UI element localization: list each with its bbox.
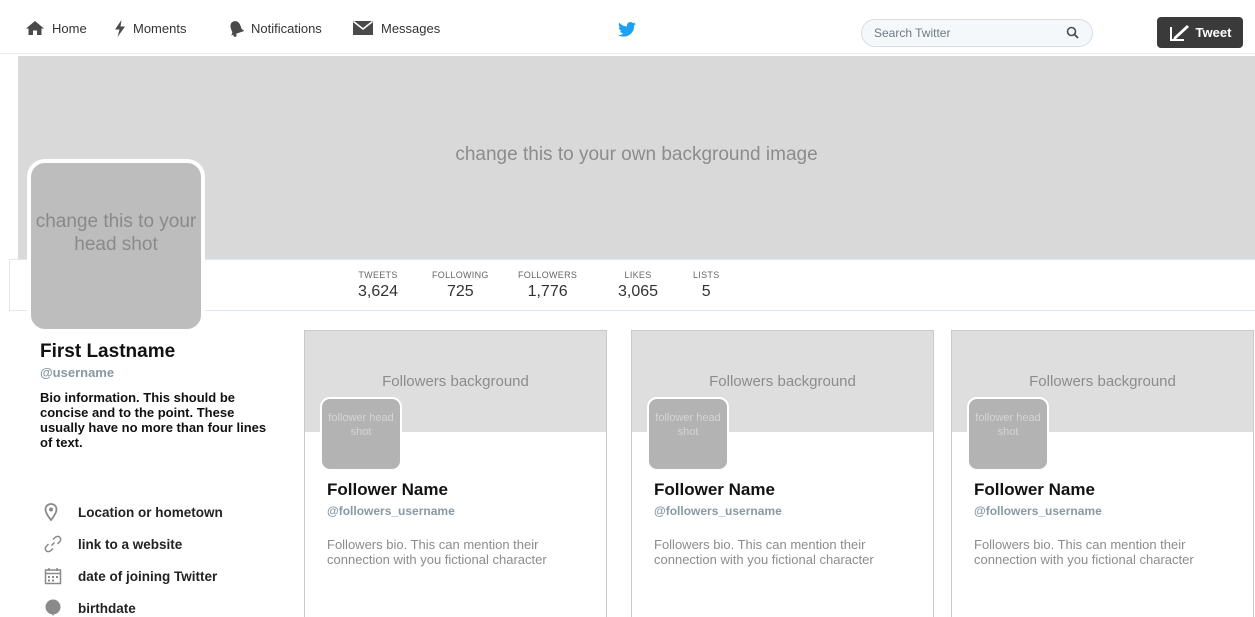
location-text: Location or hometown [78, 505, 223, 520]
follower-bio: Followers bio. This can mention their co… [974, 537, 1194, 567]
stat-followers-label: FOLLOWERS [518, 270, 578, 280]
follower-avatar[interactable]: follower head shot [967, 397, 1049, 471]
search-box[interactable] [861, 19, 1093, 47]
follower-name[interactable]: Follower Name [974, 480, 1095, 500]
nav-moments[interactable]: Moments [114, 20, 186, 37]
follower-bio: Followers bio. This can mention their co… [654, 537, 874, 567]
stat-following[interactable]: FOLLOWING 725 [432, 270, 489, 301]
follower-avatar-text: follower head shot [328, 412, 394, 438]
stat-tweets-label: TWEETS [358, 270, 398, 280]
follower-background-text: Followers background [709, 373, 856, 390]
profile-avatar[interactable]: change this to your head shot [27, 159, 205, 333]
nav-messages[interactable]: Messages [352, 20, 440, 36]
twitter-bird-icon[interactable] [618, 22, 636, 42]
tweet-button[interactable]: Tweet [1157, 17, 1243, 48]
follower-card[interactable]: Followers background follower head shot … [304, 330, 607, 617]
profile-joined-date: date of joining Twitter [44, 567, 217, 585]
follower-name[interactable]: Follower Name [327, 480, 448, 500]
follower-handle[interactable]: @followers_username [974, 504, 1102, 518]
follower-background-text: Followers background [382, 373, 529, 390]
profile-location: Location or hometown [44, 503, 223, 522]
location-pin-icon [44, 503, 74, 522]
stat-followers[interactable]: FOLLOWERS 1,776 [518, 270, 577, 301]
link-text[interactable]: link to a website [78, 537, 182, 552]
follower-name[interactable]: Follower Name [654, 480, 775, 500]
stat-likes-value: 3,065 [618, 283, 659, 300]
profile-card: First Lastname @username Bio information… [40, 341, 290, 450]
stat-likes-label: LIKES [624, 270, 652, 280]
compose-icon [1169, 24, 1189, 41]
stat-tweets-value: 3,624 [358, 283, 399, 300]
birthdate-text: birthdate [78, 600, 136, 616]
banner-placeholder-text: change this to your own background image [455, 144, 818, 165]
profile-bio: Bio information. This should be concise … [40, 390, 267, 450]
follower-bio: Followers bio. This can mention their co… [327, 537, 547, 567]
stat-followers-value: 1,776 [527, 283, 568, 300]
avatar-placeholder-text: change this to your head shot [35, 211, 197, 255]
follower-avatar-text: follower head shot [655, 412, 721, 438]
stat-following-label: FOLLOWING [432, 270, 489, 280]
top-navigation-bar: Home Moments Notifications Messages Sear… [0, 0, 1255, 54]
joined-date-text: date of joining Twitter [78, 568, 218, 584]
profile-link[interactable]: link to a website [44, 535, 182, 553]
profile-name: First Lastname [40, 341, 176, 362]
follower-card[interactable]: Followers background follower head shot … [951, 330, 1254, 617]
tweet-button-label: Tweet [1195, 25, 1232, 40]
nav-messages-label: Messages [381, 20, 441, 36]
follower-avatar[interactable]: follower head shot [647, 397, 729, 471]
stat-tweets[interactable]: TWEETS 3,624 [358, 270, 398, 301]
follower-handle[interactable]: @followers_username [327, 504, 455, 518]
messages-icon [353, 20, 373, 35]
stat-likes[interactable]: LIKES 3,065 [618, 270, 658, 301]
search-input[interactable] [874, 25, 1054, 41]
search-icon[interactable] [1066, 26, 1080, 40]
nav-notifications-label: Notifications [251, 21, 322, 36]
nav-moments-label: Moments [133, 21, 187, 36]
link-icon [44, 535, 74, 553]
profile-handle[interactable]: @username [40, 365, 290, 380]
nav-home-label: Home [52, 20, 87, 36]
nav-home[interactable]: Home [25, 20, 87, 36]
stat-lists[interactable]: LISTS 5 [693, 270, 720, 301]
moments-icon [115, 20, 125, 37]
follower-card[interactable]: Followers background follower head shot … [631, 330, 934, 617]
follower-avatar[interactable]: follower head shot [320, 397, 402, 471]
balloon-icon [44, 599, 74, 617]
stat-lists-label: LISTS [693, 270, 720, 280]
home-icon [26, 21, 44, 35]
calendar-icon [44, 567, 74, 585]
follower-avatar-text: follower head shot [975, 412, 1041, 438]
nav-notifications[interactable]: Notifications [228, 20, 322, 37]
follower-background-text: Followers background [1029, 373, 1176, 390]
profile-birthdate: birthdate [44, 599, 136, 617]
stat-lists-value: 5 [701, 283, 711, 300]
notifications-icon [230, 21, 244, 37]
follower-handle[interactable]: @followers_username [654, 504, 782, 518]
stat-following-value: 725 [447, 283, 474, 300]
